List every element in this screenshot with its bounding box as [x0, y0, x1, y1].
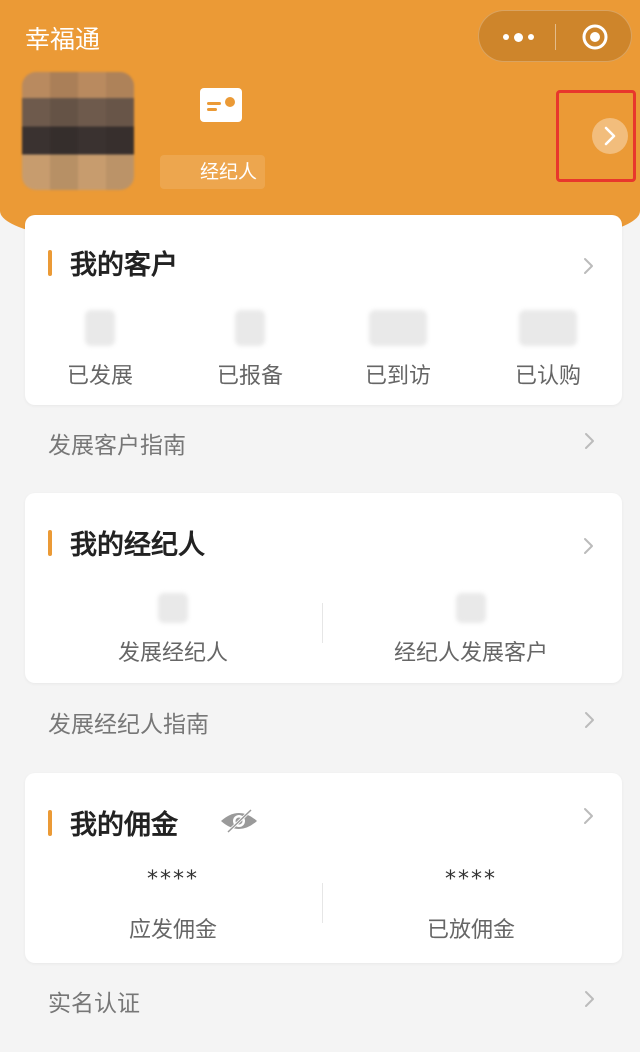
stat-value: **** [445, 867, 497, 892]
stat-developed[interactable]: 已发展 [35, 310, 165, 390]
agent-role-badge: 经纪人 [160, 155, 266, 189]
highlight-frame [556, 90, 636, 182]
mini-program-capsule [478, 10, 632, 62]
app-title: 幸福通 [25, 25, 101, 54]
stat-agent-customers[interactable]: 经纪人发展客户 [343, 593, 599, 667]
capsule-divider [555, 24, 556, 50]
more-options-icon[interactable] [499, 27, 537, 47]
my-commission-card[interactable]: 我的佣金 **** 应发佣金 **** 已放佣金 [25, 773, 622, 963]
my-agents-card[interactable]: 我的经纪人 发展经纪人 经纪人发展客户 [25, 493, 622, 683]
stat-value: **** [147, 867, 199, 892]
agent-guide-link[interactable]: 发展经纪人指南 [48, 705, 598, 739]
stat-label: 已报备 [216, 364, 283, 389]
stat-label: 已发展 [66, 364, 133, 389]
customer-guide-link[interactable]: 发展客户指南 [48, 426, 598, 460]
my-commission-title: 我的佣金 [48, 803, 178, 842]
chevron-right-icon [585, 433, 594, 449]
real-name-label: 实名认证 [48, 991, 140, 1017]
customer-guide-label: 发展客户指南 [48, 433, 186, 459]
eye-hidden-icon[interactable] [219, 807, 259, 835]
chevron-right-icon [585, 991, 594, 1007]
chevron-right-icon [584, 538, 593, 554]
stat-label: 经纪人发展客户 [393, 641, 548, 666]
id-card-icon [200, 88, 242, 122]
stat-label: 应发佣金 [128, 918, 217, 943]
stat-divider [322, 603, 323, 643]
chevron-right-icon [584, 258, 593, 274]
my-agents-title: 我的经纪人 [48, 523, 205, 562]
stat-developed-agents[interactable]: 发展经纪人 [45, 593, 301, 667]
real-name-verification-link[interactable]: 实名认证 [48, 984, 598, 1018]
stat-reported[interactable]: 已报备 [185, 310, 315, 390]
stat-released-commission[interactable]: **** 已放佣金 [343, 867, 599, 944]
stat-divider [322, 883, 323, 923]
close-target-icon[interactable] [581, 23, 609, 51]
chevron-right-icon [584, 808, 593, 824]
stat-label: 已认购 [514, 364, 581, 389]
my-customers-title: 我的客户 [48, 243, 178, 282]
stat-label: 发展经纪人 [117, 641, 228, 666]
agent-guide-label: 发展经纪人指南 [48, 712, 209, 738]
stat-label: 已到访 [364, 364, 431, 389]
stat-payable-commission[interactable]: **** 应发佣金 [45, 867, 301, 944]
stat-subscribed[interactable]: 已认购 [483, 310, 613, 390]
my-customers-card[interactable]: 我的客户 已发展 已报备 已到访 已认购 [25, 215, 622, 405]
chevron-right-icon [585, 712, 594, 728]
stat-visited[interactable]: 已到访 [333, 310, 463, 390]
avatar[interactable] [22, 72, 134, 190]
stat-label: 已放佣金 [426, 918, 515, 943]
